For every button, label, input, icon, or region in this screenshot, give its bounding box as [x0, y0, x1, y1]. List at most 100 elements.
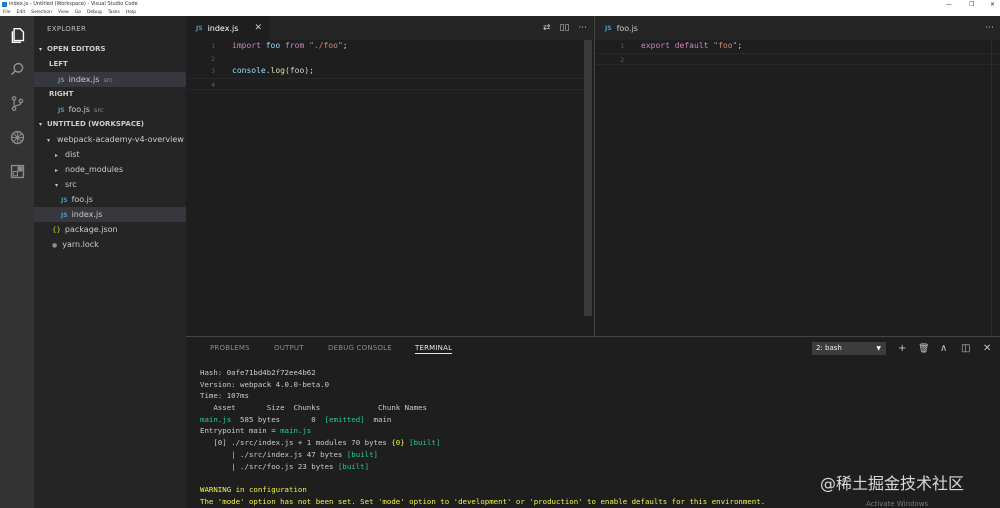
extensions-activity[interactable] — [0, 154, 34, 188]
folder-dist[interactable]: ▸ dist — [34, 147, 186, 162]
entrypoint-label: Entrypoint main = — [200, 426, 281, 436]
tab-index-js[interactable]: JS index.js ✕ — [186, 16, 270, 40]
open-changes-icon[interactable]: ⇄ — [543, 23, 551, 33]
more-actions-icon[interactable]: ··· — [985, 23, 994, 33]
tab-problems[interactable]: PROBLEMS — [210, 344, 250, 352]
tab-foo-js[interactable]: JS foo.js — [595, 16, 655, 40]
file-name: foo.js — [71, 195, 93, 204]
file-index-js[interactable]: JS index.js — [34, 207, 186, 222]
maximize-panel-icon[interactable]: ∧ — [940, 342, 947, 356]
close-tab-icon[interactable]: ✕ — [254, 23, 262, 33]
menu-edit[interactable]: Edit — [17, 9, 26, 16]
module-text: [0] ./src/index.js + 1 modules 70 bytes — [200, 438, 392, 448]
module-text: | ./src/foo.js 23 bytes — [200, 461, 338, 471]
open-editor-path-hint: src — [103, 76, 113, 84]
file-name: yarn.lock — [62, 240, 99, 249]
activity-bar — [0, 16, 34, 508]
built-flag: [built] — [346, 449, 378, 459]
token: "./foo" — [304, 41, 343, 50]
js-file-icon: JS — [196, 24, 203, 32]
source-control-icon — [11, 95, 23, 111]
open-editor-path-hint: src — [93, 106, 104, 114]
menu-debug[interactable]: Debug — [87, 9, 102, 16]
file-package-json[interactable]: {} package.json — [34, 222, 186, 237]
tab-output[interactable]: OUTPUT — [274, 344, 304, 352]
token: (foo); — [285, 66, 314, 75]
tab-debug-console[interactable]: DEBUG CONSOLE — [328, 344, 392, 352]
split-editor-icon[interactable]: ▯▯ — [560, 23, 570, 33]
folder-src[interactable]: ▾ src — [34, 177, 186, 192]
js-file-icon: JS — [58, 107, 65, 114]
token: ; — [342, 41, 348, 50]
tab-terminal[interactable]: TERMINAL — [415, 344, 453, 354]
js-file-icon: JS — [61, 197, 68, 204]
emitted-flag: [emitted] — [324, 414, 365, 424]
search-activity[interactable] — [0, 52, 34, 86]
explorer-sidebar: EXPLORER ▾ OPEN EDITORS LEFT JS index.js sr… — [34, 16, 186, 508]
file-foo-js[interactable]: JS foo.js — [34, 192, 186, 207]
menu-tasks[interactable]: Tasks — [108, 9, 120, 16]
minimize-button[interactable]: — — [946, 0, 952, 9]
open-editor-foo-js[interactable]: JS foo.js src — [34, 102, 186, 117]
menu-view[interactable]: View — [58, 9, 69, 16]
new-terminal-icon[interactable]: + — [898, 342, 906, 356]
title-bar: index.js - Untitled (Workspace) - Visual… — [0, 0, 1000, 9]
folder-name: dist — [65, 150, 80, 159]
trash-icon[interactable]: 🗑 — [918, 342, 929, 356]
folder-root[interactable]: ▾ webpack-academy-v4-overview — [34, 132, 186, 147]
code-editor-right[interactable]: 1 export default "foo"; 2 — [595, 40, 1000, 65]
terminal-select[interactable]: 2: bash ▼ — [812, 342, 886, 355]
asset-name: main.js — [200, 414, 232, 424]
explorer-activity[interactable] — [0, 18, 34, 52]
close-window-button[interactable]: ✕ — [990, 0, 995, 9]
token: from — [285, 41, 305, 50]
line-content: export default "foo"; — [641, 40, 742, 53]
code-editor-left[interactable]: 1 import foo from "./foo"; 2 3 console.l… — [186, 40, 593, 90]
chevron-right-icon: ▸ — [55, 152, 59, 159]
menu-selection[interactable]: Selection — [31, 9, 52, 16]
module-text: | ./src/index.js 47 bytes — [200, 449, 347, 459]
open-editor-index-js[interactable]: JS index.js src — [34, 72, 186, 87]
menu-go[interactable]: Go — [75, 9, 81, 16]
editor-group-right: JS foo.js ··· 1 export default "foo"; 2 — [594, 16, 1000, 336]
chevron-down-icon: ▼ — [876, 345, 881, 352]
open-editors-header[interactable]: ▾ OPEN EDITORS — [34, 42, 186, 57]
terminal-line: Hash: 0afe71bd4b2f72ee4b62 — [200, 368, 316, 377]
tab-bar-left: JS index.js ✕ ⇄ ▯▯ ··· — [186, 16, 593, 40]
editor-overview-ruler — [991, 40, 1000, 336]
line-number: 1 — [211, 42, 215, 50]
terminal-line: main.js 585 bytes 0 [emitted] main — [200, 414, 990, 426]
source-control-activity[interactable] — [0, 86, 34, 120]
token: log — [270, 66, 285, 75]
line-number: 4 — [211, 80, 215, 89]
watermark: @稀土掘金技术社区 — [820, 474, 965, 493]
lock-file-icon: ● — [52, 242, 58, 249]
file-yarn-lock[interactable]: ● yarn.lock — [34, 237, 186, 252]
editor-scrollbar[interactable] — [584, 40, 592, 316]
restore-button[interactable]: ❐ — [969, 0, 974, 9]
token: default — [674, 41, 709, 50]
folder-node-modules[interactable]: ▸ node_modules — [34, 162, 186, 177]
js-file-icon: JS — [58, 77, 65, 84]
toggle-panel-position-icon[interactable]: ◫ — [961, 342, 970, 356]
workspace-header[interactable]: ▾ UNTITLED (WORKSPACE) — [34, 117, 186, 132]
file-name: package.json — [64, 225, 118, 234]
more-actions-icon[interactable]: ··· — [578, 23, 587, 33]
menu-file[interactable]: File — [3, 9, 11, 16]
open-editors-label: OPEN EDITORS — [47, 45, 106, 53]
explorer-title: EXPLORER — [47, 25, 87, 33]
terminal-line: [0] ./src/index.js + 1 modules 70 bytes … — [200, 437, 990, 449]
panel-tabs: PROBLEMS OUTPUT DEBUG CONSOLE TERMINAL 2… — [186, 337, 1000, 361]
menu-help[interactable]: Help — [126, 9, 136, 16]
editor-group-right-label: RIGHT — [49, 90, 74, 98]
js-file-icon: JS — [605, 24, 612, 32]
chevron-right-icon: ▸ — [55, 167, 59, 174]
line-number: 1 — [620, 42, 624, 50]
line-content: import foo from "./foo"; — [232, 40, 348, 53]
editor-actions-right: ··· — [985, 16, 994, 40]
debug-activity[interactable] — [0, 120, 34, 154]
line-number: 3 — [211, 67, 215, 75]
line-content: console.log(foo); — [232, 65, 314, 78]
close-panel-icon[interactable]: ✕ — [983, 342, 991, 356]
editor-actions-left: ⇄ ▯▯ ··· — [543, 16, 587, 40]
